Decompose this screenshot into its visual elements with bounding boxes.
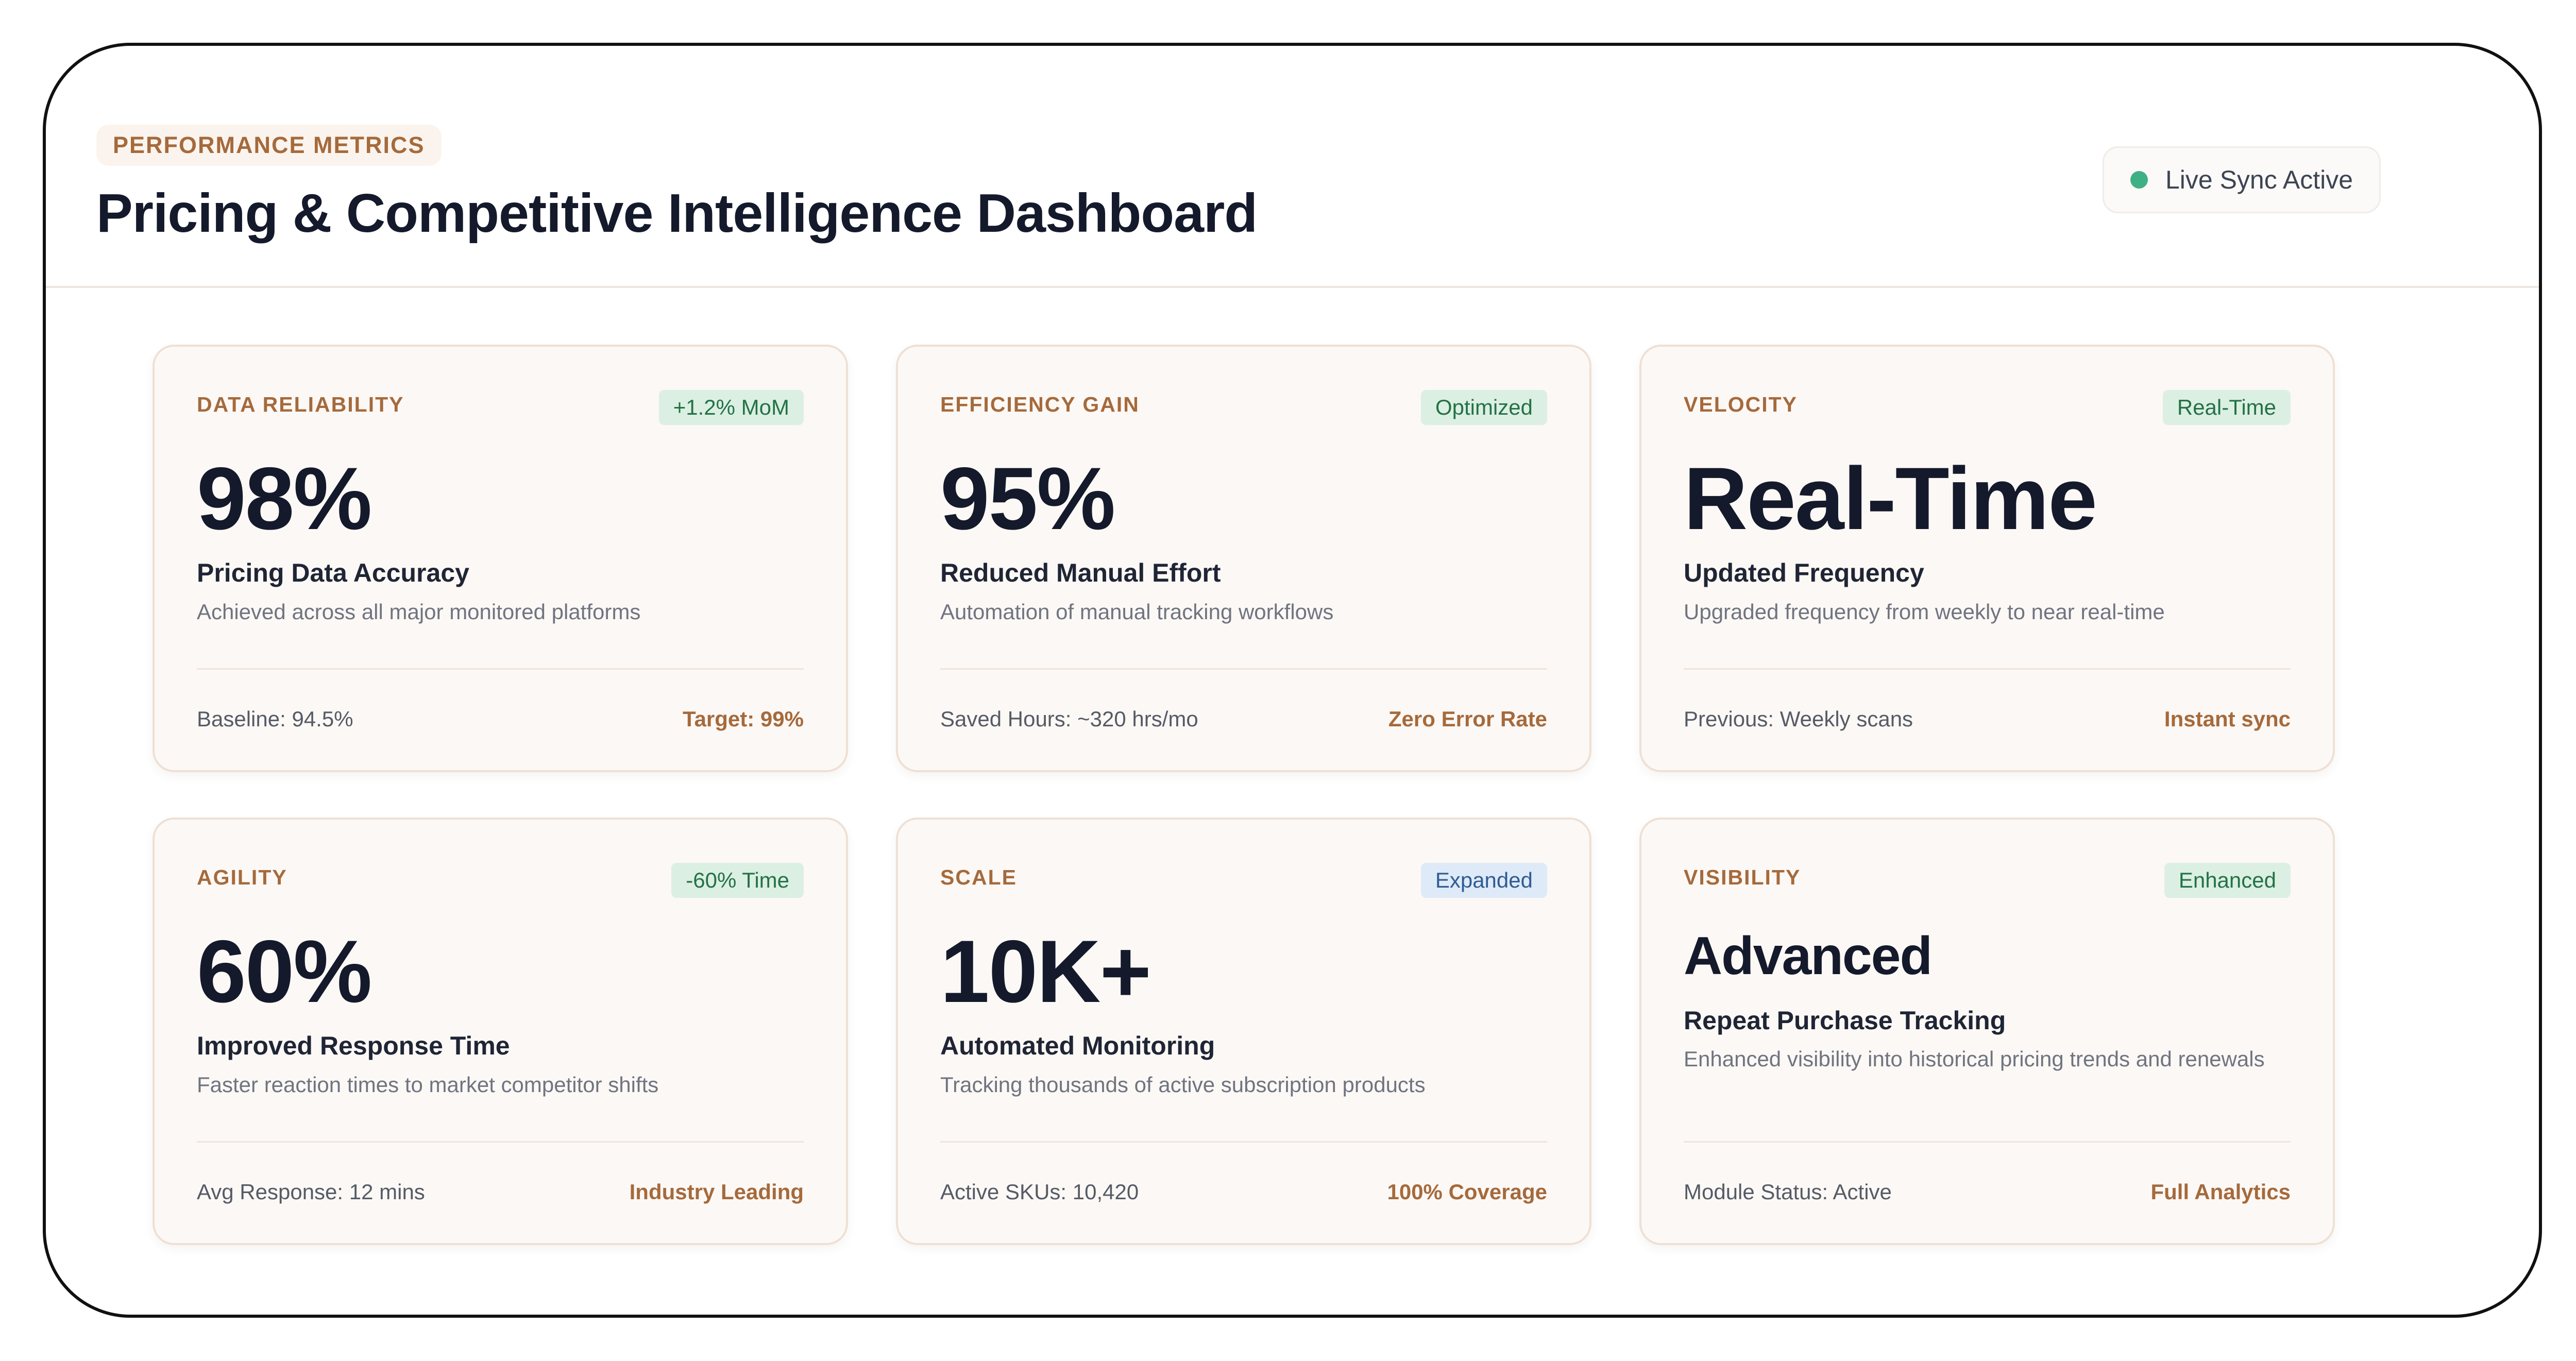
status-badge: Real-Time xyxy=(2162,390,2291,425)
metrics-grid: DATA RELIABILITY +1.2% MoM 98% Pricing D… xyxy=(152,345,2335,1287)
card-footer-detail: Previous: Weekly scans xyxy=(1684,707,1913,731)
metric-value: 60% xyxy=(197,922,372,1021)
card-category: DATA RELIABILITY xyxy=(197,393,404,416)
card-footer-detail: Saved Hours: ~320 hrs/mo xyxy=(940,707,1198,731)
card-footer-highlight: Target: 99% xyxy=(683,707,804,731)
dashboard-frame: PERFORMANCE METRICS Pricing & Competitiv… xyxy=(43,43,2542,1318)
metric-description: Faster reaction times to market competit… xyxy=(197,1073,659,1097)
card-divider xyxy=(940,1141,1547,1143)
metric-label: Updated Frequency xyxy=(1684,558,1924,587)
status-badge: -60% Time xyxy=(671,863,804,898)
metric-label: Automated Monitoring xyxy=(940,1031,1215,1060)
metric-label: Pricing Data Accuracy xyxy=(197,558,469,587)
metric-card-agility[interactable]: AGILITY -60% Time 60% Improved Response … xyxy=(152,818,848,1245)
metric-value: Advanced xyxy=(1684,926,1933,986)
sync-status-label: Live Sync Active xyxy=(2165,165,2353,194)
card-category: VELOCITY xyxy=(1684,393,1798,416)
metric-description: Tracking thousands of active subscriptio… xyxy=(940,1073,1426,1097)
card-footer-highlight: Instant sync xyxy=(2164,707,2291,731)
card-category: VISIBILITY xyxy=(1684,865,1801,889)
metric-description: Upgraded frequency from weekly to near r… xyxy=(1684,600,2165,624)
card-divider xyxy=(197,668,804,670)
card-footer-detail: Avg Response: 12 mins xyxy=(197,1180,425,1204)
status-badge: +1.2% MoM xyxy=(658,390,804,425)
card-footer-highlight: 100% Coverage xyxy=(1387,1180,1547,1204)
metric-card-data-reliability[interactable]: DATA RELIABILITY +1.2% MoM 98% Pricing D… xyxy=(152,345,848,772)
card-divider xyxy=(1684,1141,2291,1143)
page-title: Pricing & Competitive Intelligence Dashb… xyxy=(96,183,1258,244)
status-badge: Expanded xyxy=(1420,863,1547,898)
dashboard-header: PERFORMANCE METRICS Pricing & Competitiv… xyxy=(46,46,2539,288)
card-footer-detail: Baseline: 94.5% xyxy=(197,707,353,731)
card-category: SCALE xyxy=(940,865,1017,889)
metric-card-visibility[interactable]: VISIBILITY Enhanced Advanced Repeat Purc… xyxy=(1639,818,2335,1245)
card-divider xyxy=(1684,668,2291,670)
card-footer-detail: Active SKUs: 10,420 xyxy=(940,1180,1139,1204)
metric-description: Enhanced visibility into historical pric… xyxy=(1684,1047,2265,1071)
metric-label: Reduced Manual Effort xyxy=(940,558,1221,587)
card-footer-highlight: Industry Leading xyxy=(629,1180,804,1204)
metric-description: Automation of manual tracking workflows xyxy=(940,600,1334,624)
metric-description: Achieved across all major monitored plat… xyxy=(197,600,641,624)
metric-value: 95% xyxy=(940,449,1115,548)
card-footer-highlight: Full Analytics xyxy=(2150,1180,2291,1204)
card-divider xyxy=(940,668,1547,670)
metric-value: Real-Time xyxy=(1684,449,2097,548)
metric-card-scale[interactable]: SCALE Expanded 10K+ Automated Monitoring… xyxy=(896,818,1591,1245)
card-category: AGILITY xyxy=(197,865,287,889)
status-badge: Optimized xyxy=(1420,390,1547,425)
card-divider xyxy=(197,1141,804,1143)
card-footer-highlight: Zero Error Rate xyxy=(1388,707,1547,731)
status-badge: Enhanced xyxy=(2164,863,2291,898)
live-sync-status[interactable]: Live Sync Active xyxy=(2103,146,2381,213)
metric-label: Improved Response Time xyxy=(197,1031,510,1060)
metric-label: Repeat Purchase Tracking xyxy=(1684,1006,2006,1035)
status-dot-icon xyxy=(2130,171,2148,189)
metric-value: 10K+ xyxy=(940,922,1151,1021)
section-eyebrow: PERFORMANCE METRICS xyxy=(96,125,442,166)
metric-value: 98% xyxy=(197,449,372,548)
card-footer-detail: Module Status: Active xyxy=(1684,1180,1892,1204)
card-category: EFFICIENCY GAIN xyxy=(940,393,1140,416)
metric-card-efficiency-gain[interactable]: EFFICIENCY GAIN Optimized 95% Reduced Ma… xyxy=(896,345,1591,772)
metric-card-velocity[interactable]: VELOCITY Real-Time Real-Time Updated Fre… xyxy=(1639,345,2335,772)
